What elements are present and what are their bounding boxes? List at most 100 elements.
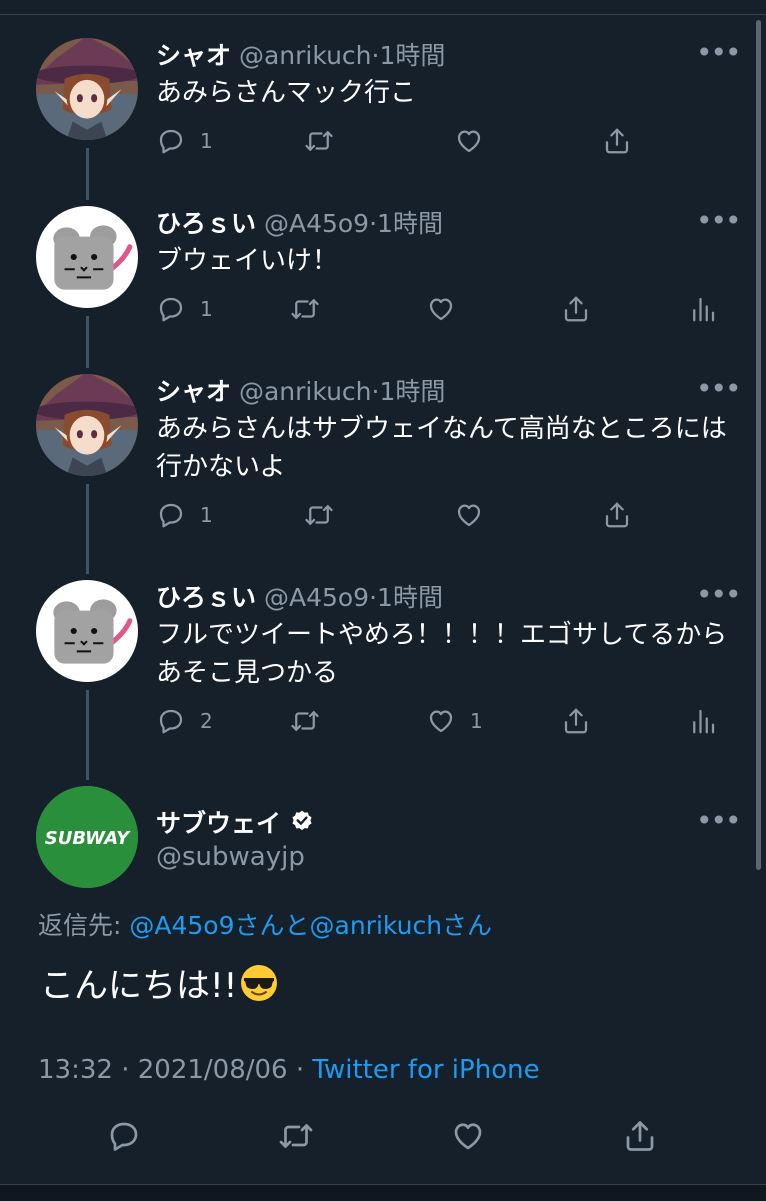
- retweet-icon: [290, 706, 320, 736]
- heart-icon: [454, 500, 484, 530]
- tweet-header: ひろｓい @A45o9·1時間: [156, 578, 443, 614]
- thread-line: [86, 316, 89, 368]
- reply-and: と: [284, 911, 310, 940]
- retweet-icon: [290, 294, 320, 324]
- share-icon: [561, 706, 591, 736]
- retweet-button[interactable]: [304, 126, 334, 156]
- heart-icon: [454, 126, 484, 156]
- analytics-button[interactable]: [688, 294, 718, 324]
- tweet-actions: 1: [156, 126, 736, 162]
- tweet-meta: 13:32 · 2021/08/06 · Twitter for iPhone: [38, 1055, 540, 1085]
- tweet-actions: 2 1: [156, 706, 736, 742]
- timestamp[interactable]: 1時間: [377, 209, 443, 238]
- share-icon: [602, 126, 632, 156]
- reply-to-line: 返信先: @A45o9さんと@anrikuchさん: [38, 906, 492, 942]
- more-options-icon[interactable]: •••: [696, 804, 742, 837]
- bottom-divider: [0, 1184, 766, 1201]
- share-button[interactable]: [561, 706, 591, 736]
- reply-button[interactable]: 1: [156, 500, 213, 530]
- reply-count: 1: [200, 297, 213, 321]
- tweet-time[interactable]: 13:32: [38, 1055, 113, 1085]
- retweet-button[interactable]: [290, 706, 320, 736]
- like-button[interactable]: [454, 500, 484, 530]
- tweet-date[interactable]: 2021/08/06: [138, 1055, 288, 1085]
- top-divider: [0, 14, 766, 15]
- reply-count: 2: [200, 709, 213, 733]
- tweet-text: あみらさんマック行こ: [156, 78, 417, 108]
- meta-separator: ·: [112, 1055, 138, 1085]
- more-options-icon[interactable]: •••: [696, 372, 742, 405]
- more-options-icon[interactable]: •••: [696, 204, 742, 237]
- avatar[interactable]: [36, 206, 138, 308]
- analytics-icon: [688, 294, 718, 324]
- main-tweet-text: こんにちは!!: [40, 958, 279, 1007]
- tweet-text: あみらさんはサブウェイなんて高尚なところには行かないよ: [156, 414, 727, 482]
- separator-dot: ·: [369, 583, 378, 612]
- handle[interactable]: @anrikuch: [239, 41, 372, 70]
- retweet-button[interactable]: [290, 294, 320, 324]
- timestamp[interactable]: 1時間: [379, 41, 445, 70]
- main-tweet-body: こんにちは!!: [40, 966, 238, 1006]
- display-name[interactable]: ひろｓい: [156, 209, 256, 238]
- subway-avatar[interactable]: SUBWAY: [36, 786, 138, 888]
- more-options-icon[interactable]: •••: [696, 578, 742, 611]
- reply-count: 1: [200, 503, 213, 527]
- thread-line: [86, 690, 89, 780]
- share-icon: [602, 500, 632, 530]
- display-name[interactable]: ひろｓい: [156, 583, 256, 612]
- share-button[interactable]: [561, 294, 591, 324]
- retweet-button[interactable]: [278, 1118, 314, 1154]
- display-name[interactable]: シャオ: [156, 377, 231, 406]
- tweet-text: フルでツイートやめろ！！！！エゴサしてるからあそこ見つかる: [156, 620, 728, 688]
- tweet-header: ひろｓい @A45o9·1時間: [156, 204, 443, 240]
- reply-button[interactable]: 2: [156, 706, 213, 736]
- subway-logo-text: SUBWAY: [45, 828, 131, 849]
- reply-prefix: 返信先:: [38, 911, 130, 940]
- like-button[interactable]: [450, 1118, 486, 1154]
- share-icon: [561, 294, 591, 324]
- reply-mention-link[interactable]: @A45o9さん: [129, 911, 284, 940]
- handle[interactable]: @A45o9: [264, 583, 369, 612]
- reply-count: 1: [200, 129, 213, 153]
- reply-button[interactable]: 1: [156, 294, 213, 324]
- main-tweet-actions: [0, 1118, 766, 1158]
- more-options-icon[interactable]: •••: [696, 36, 742, 69]
- tweet-source-link[interactable]: Twitter for iPhone: [312, 1055, 539, 1085]
- retweet-icon: [304, 126, 334, 156]
- tweet-actions: 1: [156, 500, 736, 536]
- handle[interactable]: @subwayjp: [156, 842, 305, 872]
- share-button[interactable]: [602, 500, 632, 530]
- handle[interactable]: @anrikuch: [239, 377, 372, 406]
- display-name[interactable]: シャオ: [156, 41, 231, 70]
- analytics-button[interactable]: [688, 706, 718, 736]
- retweet-button[interactable]: [304, 500, 334, 530]
- retweet-icon: [304, 500, 334, 530]
- reply-icon: [156, 126, 186, 156]
- reply-button[interactable]: 1: [156, 126, 213, 156]
- avatar[interactable]: [36, 374, 138, 476]
- like-button[interactable]: [454, 126, 484, 156]
- reply-button[interactable]: [106, 1118, 142, 1154]
- like-button[interactable]: [426, 294, 456, 324]
- scrollbar[interactable]: [756, 20, 761, 870]
- share-button[interactable]: [602, 126, 632, 156]
- avatar[interactable]: [36, 38, 138, 140]
- tweet-header: シャオ @anrikuch·1時間: [156, 36, 445, 72]
- share-icon: [622, 1118, 658, 1154]
- handle[interactable]: @A45o9: [264, 209, 369, 238]
- reply-icon: [156, 294, 186, 324]
- avatar[interactable]: [36, 580, 138, 682]
- like-count: 1: [470, 709, 483, 733]
- reply-mention-link[interactable]: @anrikuchさん: [310, 911, 493, 940]
- like-button[interactable]: 1: [426, 706, 483, 736]
- share-button[interactable]: [622, 1118, 658, 1154]
- heart-icon: [450, 1118, 486, 1154]
- separator-dot: ·: [369, 209, 378, 238]
- thread-line: [86, 148, 89, 200]
- timestamp[interactable]: 1時間: [379, 377, 445, 406]
- timestamp[interactable]: 1時間: [377, 583, 443, 612]
- display-name[interactable]: サブウェイ: [156, 804, 281, 840]
- meta-separator: ·: [287, 1055, 313, 1085]
- main-tweet-name-row: サブウェイ: [156, 804, 315, 840]
- reply-icon: [106, 1118, 142, 1154]
